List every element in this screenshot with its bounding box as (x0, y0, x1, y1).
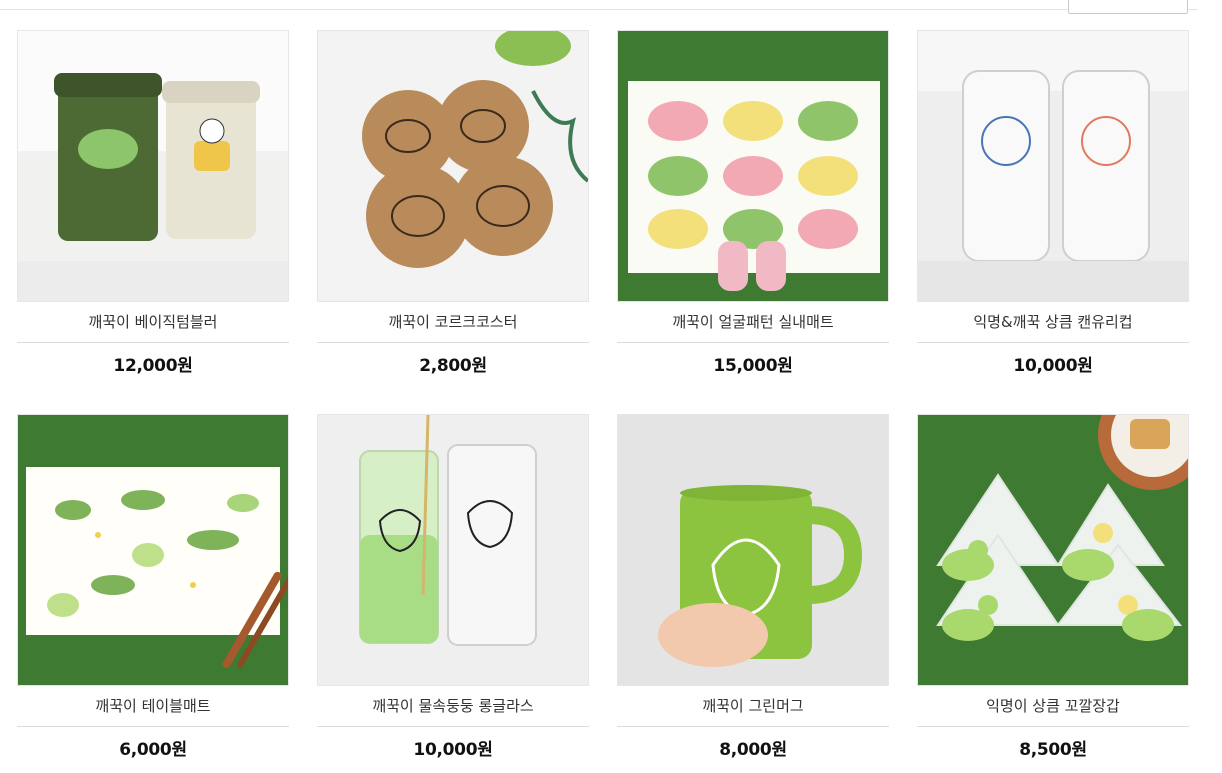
product-price: 10,000원 (1013, 356, 1093, 376)
top-divider (0, 9, 1198, 10)
product-image-mitts[interactable] (917, 414, 1189, 686)
product-price: 6,000원 (119, 740, 187, 760)
product-card[interactable]: 깨꾹이 코르크코스터 2,800원 (317, 30, 589, 376)
product-price: 8,000원 (719, 740, 787, 760)
product-card[interactable]: 익명이 상큼 꼬깔장갑 8,500원 (917, 414, 1189, 760)
product-price: 12,000원 (113, 356, 193, 376)
product-image-green-mug[interactable] (617, 414, 889, 686)
product-price: 10,000원 (413, 740, 493, 760)
product-image-coaster[interactable] (317, 30, 589, 302)
product-card[interactable]: 익명&깨꾹 상큼 캔유리컵 10,000원 (917, 30, 1189, 376)
product-name[interactable]: 깨꾹이 물속둥둥 롱글라스 (317, 686, 589, 727)
product-name[interactable]: 익명이 상큼 꼬깔장갑 (917, 686, 1189, 727)
product-image-long-glass[interactable] (317, 414, 589, 686)
product-name[interactable]: 깨꾹이 그린머그 (617, 686, 889, 727)
product-card[interactable]: 깨꾹이 그린머그 8,000원 (617, 414, 889, 760)
product-price: 2,800원 (419, 356, 487, 376)
product-card[interactable]: 깨꾹이 베이직텀블러 12,000원 (17, 30, 289, 376)
product-image-table-mat[interactable] (17, 414, 289, 686)
product-image-tumbler[interactable] (17, 30, 289, 302)
product-name[interactable]: 깨꾹이 얼굴패턴 실내매트 (617, 302, 889, 343)
product-image-can-glass[interactable] (917, 30, 1189, 302)
product-image-mat[interactable] (617, 30, 889, 302)
product-name[interactable]: 익명&깨꾹 상큼 캔유리컵 (917, 302, 1189, 343)
product-card[interactable]: 깨꾹이 테이블매트 6,000원 (17, 414, 289, 760)
sort-select[interactable] (1068, 0, 1188, 14)
product-name[interactable]: 깨꾹이 코르크코스터 (317, 302, 589, 343)
product-name[interactable]: 깨꾹이 테이블매트 (17, 686, 289, 727)
product-price: 8,500원 (1019, 740, 1087, 760)
product-card[interactable]: 깨꾹이 물속둥둥 롱글라스 10,000원 (317, 414, 589, 760)
product-name[interactable]: 깨꾹이 베이직텀블러 (17, 302, 289, 343)
product-card[interactable]: 깨꾹이 얼굴패턴 실내매트 15,000원 (617, 30, 889, 376)
product-price: 15,000원 (713, 356, 793, 376)
